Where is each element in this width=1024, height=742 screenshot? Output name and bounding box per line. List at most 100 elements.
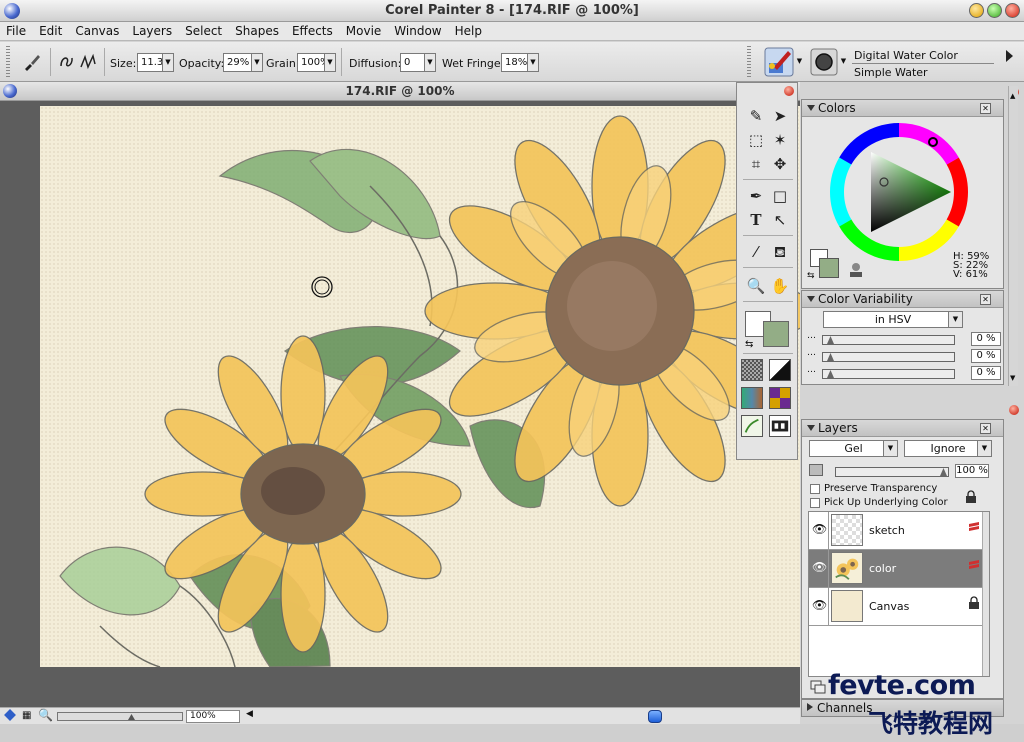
crop-icon[interactable]: ⌗: [745, 153, 767, 175]
grabber-icon[interactable]: ▦: [22, 710, 31, 721]
menu-shapes[interactable]: Shapes: [229, 22, 286, 40]
paint-bucket-icon[interactable]: ⛾: [769, 241, 791, 263]
grain-dropdown-arrow[interactable]: ▼: [324, 53, 336, 72]
composite-method-dropdown[interactable]: Gel ▼: [809, 440, 898, 457]
saturation-variability-slider[interactable]: [822, 352, 955, 362]
painting-canvas[interactable]: [40, 106, 800, 667]
lock-layer-icon[interactable]: [964, 490, 978, 504]
collapse-triangle-icon[interactable]: [807, 105, 815, 111]
brush-tool-icon[interactable]: [22, 52, 42, 72]
wet-fringe-dropdown-arrow[interactable]: ▼: [527, 53, 539, 72]
value-variability-value[interactable]: 0 %: [971, 366, 1001, 380]
layers-group-close-button[interactable]: [1009, 405, 1019, 415]
variability-mode-dropdown[interactable]: in HSV ▼: [823, 311, 963, 328]
diffusion-field[interactable]: 0: [400, 53, 425, 72]
zoom-value[interactable]: 100%: [186, 710, 240, 723]
brush-variant-icon[interactable]: [810, 48, 838, 76]
main-color-swatch[interactable]: [763, 321, 789, 347]
shape-selection-icon[interactable]: ↖: [769, 209, 791, 231]
brush-variant-arrow[interactable]: ▼: [839, 53, 848, 72]
visibility-eye-icon[interactable]: 👁: [812, 560, 827, 576]
clone-color-icon[interactable]: [847, 262, 865, 278]
layer-opacity-value[interactable]: 100 %: [955, 464, 989, 478]
palette-scrollbar[interactable]: ▲ ▼: [1008, 86, 1018, 386]
gradient-selector-icon[interactable]: [769, 359, 791, 381]
horizontal-scroll-thumb[interactable]: [648, 710, 662, 723]
rectangle-shape-icon[interactable]: □: [769, 185, 791, 207]
brush-category-name[interactable]: Digital Water Color: [854, 49, 958, 62]
layer-row-canvas[interactable]: 👁 Canvas: [809, 588, 983, 626]
brush-category-arrow[interactable]: ▼: [795, 53, 804, 72]
brush-selector-menu-icon[interactable]: [1004, 50, 1014, 62]
color-wheel[interactable]: [829, 122, 969, 262]
hue-variability-value[interactable]: 0 %: [971, 332, 1001, 346]
scroll-left-arrow[interactable]: ◀: [246, 709, 253, 719]
layer-row-sketch[interactable]: 👁 sketch: [809, 512, 983, 550]
color-variability-close-icon[interactable]: ✕: [980, 294, 991, 305]
composite-depth-dropdown[interactable]: Ignore ▼: [904, 440, 992, 457]
close-button[interactable]: [1005, 3, 1020, 18]
looks-selector-icon[interactable]: [769, 415, 791, 437]
pattern-selector-icon[interactable]: [741, 387, 763, 409]
maximize-button[interactable]: [987, 3, 1002, 18]
menu-movie[interactable]: Movie: [340, 22, 389, 40]
colors-main-swatch[interactable]: [819, 258, 839, 278]
grabber-hand-icon[interactable]: ✋: [769, 275, 791, 297]
drawing-mode-icon[interactable]: [4, 709, 16, 721]
wet-fringe-field[interactable]: 18%: [501, 53, 528, 72]
size-field[interactable]: 11.3: [137, 53, 163, 72]
toolbox-close-button[interactable]: [784, 86, 794, 96]
preserve-transparency-checkbox[interactable]: [810, 484, 820, 494]
layer-list-scrollbar[interactable]: [982, 512, 989, 676]
weaving-selector-icon[interactable]: [769, 387, 791, 409]
brush-icon[interactable]: ✎: [745, 105, 767, 127]
menu-help[interactable]: Help: [449, 22, 489, 40]
zoom-slider[interactable]: [57, 712, 183, 721]
brush-selector-grip[interactable]: [747, 46, 751, 78]
menu-layers[interactable]: Layers: [126, 22, 179, 40]
minimize-button[interactable]: [969, 3, 984, 18]
dropper-icon[interactable]: ⁄: [745, 241, 767, 263]
pen-icon[interactable]: ✒: [745, 185, 767, 207]
size-dropdown-arrow[interactable]: ▼: [162, 53, 174, 72]
propbar-grip[interactable]: [6, 46, 10, 78]
swap-colors-icon[interactable]: ⇆: [745, 339, 753, 350]
visibility-eye-icon[interactable]: 👁: [812, 598, 827, 614]
pick-up-underlying-checkbox[interactable]: [810, 498, 820, 508]
menu-window[interactable]: Window: [388, 22, 448, 40]
magnifier-icon[interactable]: 🔍: [745, 275, 767, 297]
hue-variability-slider[interactable]: [822, 335, 955, 345]
layer-adjuster-icon[interactable]: ➤: [769, 105, 791, 127]
freehand-stroke-icon[interactable]: [58, 52, 78, 72]
rectangular-selection-icon[interactable]: ⬚: [745, 129, 767, 151]
text-icon[interactable]: T: [745, 209, 767, 231]
magic-wand-icon[interactable]: ✶: [769, 129, 791, 151]
brush-category-icon[interactable]: [764, 47, 794, 77]
straight-line-stroke-icon[interactable]: [78, 52, 98, 72]
grain-field[interactable]: 100%: [297, 53, 330, 72]
brush-variant-name[interactable]: Simple Water: [854, 66, 928, 79]
menu-effects[interactable]: Effects: [286, 22, 340, 40]
paper-selector-icon[interactable]: [741, 359, 763, 381]
zoom-icon[interactable]: 🔍: [38, 708, 53, 722]
menu-canvas[interactable]: Canvas: [69, 22, 126, 40]
collapse-triangle-icon[interactable]: [807, 425, 815, 431]
colors-panel-close-icon[interactable]: ✕: [980, 103, 991, 114]
value-variability-slider[interactable]: [822, 369, 955, 379]
layers-panel-close-icon[interactable]: ✕: [980, 423, 991, 434]
menu-select[interactable]: Select: [179, 22, 229, 40]
visibility-eye-icon[interactable]: 👁: [812, 522, 827, 538]
opacity-field[interactable]: 29%: [223, 53, 252, 72]
menu-file[interactable]: File: [0, 22, 33, 40]
layer-opacity-slider[interactable]: [835, 467, 949, 477]
layer-row-color[interactable]: 👁 color: [809, 550, 983, 588]
saturation-variability-value[interactable]: 0 %: [971, 349, 1001, 363]
nozzle-selector-icon[interactable]: [741, 415, 763, 437]
layer-commands-icon[interactable]: [810, 680, 826, 694]
colors-swap-icon[interactable]: ⇆: [807, 271, 815, 281]
collapse-triangle-icon[interactable]: [807, 296, 815, 302]
expand-triangle-icon[interactable]: [807, 703, 813, 711]
menu-edit[interactable]: Edit: [33, 22, 69, 40]
opacity-dropdown-arrow[interactable]: ▼: [251, 53, 263, 72]
selection-adjuster-icon[interactable]: ✥: [769, 153, 791, 175]
